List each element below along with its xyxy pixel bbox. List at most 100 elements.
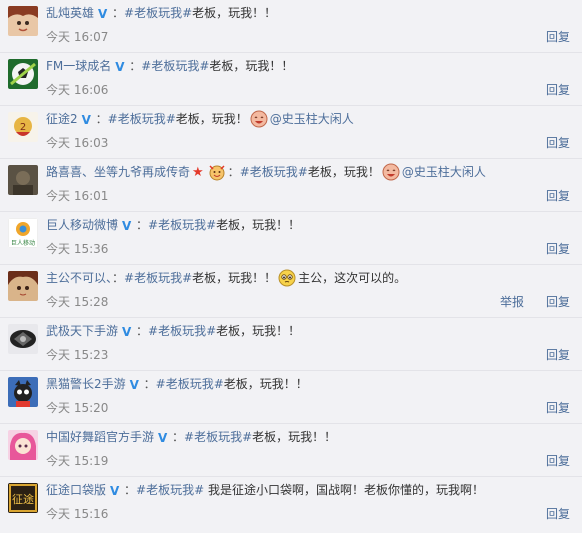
- avatar-logo-text: 征途: [12, 492, 34, 506]
- hashtag-link[interactable]: #老板玩我#: [148, 218, 216, 232]
- anime-character-avatar-icon[interactable]: [8, 6, 38, 36]
- mention-link[interactable]: @史玉柱大闲人: [270, 112, 354, 126]
- separator: ：: [136, 324, 149, 338]
- comment-line: 乱炖英雄 V ：#老板玩我#老板，玩我！！: [46, 4, 276, 22]
- giant-logo-avatar-icon[interactable]: 巨人移动: [8, 218, 38, 248]
- comment-line: 征途口袋版 V ：#老板玩我# 我是征途小口袋啊，国战啊！老板你懂的，玩我啊！: [46, 481, 484, 499]
- comment-text: 老板，玩我！！: [216, 324, 301, 338]
- hashtag-link[interactable]: #老板玩我#: [156, 377, 224, 391]
- timestamp: 今天 16:06: [46, 83, 109, 97]
- timestamp: 今天 15:23: [46, 348, 109, 362]
- comment-line: 路喜喜、坐等九爷再成传奇 ★ ：#老板玩我#老板，玩我！ @史玉柱大闲人: [46, 163, 486, 182]
- username-link[interactable]: 征途2: [46, 112, 78, 126]
- username-link[interactable]: 中国好舞蹈官方手游: [46, 430, 154, 444]
- separator: ：: [112, 271, 125, 285]
- pleading-face-emoji-icon: [278, 269, 296, 287]
- comment-item: 征途 征途口袋版 V ：#老板玩我# 我是征途小口袋啊，国战啊！老板你懂的，玩我啊！…: [0, 477, 582, 530]
- verified-badge-icon: V: [115, 60, 125, 74]
- comment-item: 武极天下手游 V ：#老板玩我#老板，玩我！！ 今天 15:23 回复: [0, 318, 582, 371]
- svg-text:2: 2: [20, 122, 26, 133]
- game-logo-avatar-icon[interactable]: 2: [8, 112, 38, 142]
- cheering-face-emoji-icon: [208, 163, 226, 181]
- comment-line: 巨人移动微博 V ：#老板玩我#老板，玩我！！: [46, 216, 300, 234]
- comment-list: 乱炖英雄 V ：#老板玩我#老板，玩我！！ 今天 16:07 回复 FM一球成名 V：…: [0, 0, 582, 533]
- verified-badge-icon: V: [122, 219, 132, 233]
- separator: ：: [95, 112, 108, 126]
- verified-badge-icon: V: [129, 378, 139, 392]
- timestamp: 今天 15:36: [46, 242, 109, 256]
- username-link[interactable]: 武极天下手游: [46, 324, 118, 338]
- gold-character-avatar-icon[interactable]: 征途: [8, 483, 38, 513]
- separator: ：: [172, 430, 185, 444]
- username-link[interactable]: 巨人移动微博: [46, 218, 118, 232]
- comment-item: 巨人移动 巨人移动微博 V ：#老板玩我#老板，玩我！！ 今天 15:36 回复: [0, 212, 582, 265]
- username-link[interactable]: 征途口袋版: [46, 483, 106, 497]
- report-button[interactable]: 举报: [500, 295, 524, 309]
- comment-text: 我是征途小口袋啊，国战啊！老板你懂的，玩我啊！: [204, 483, 484, 497]
- comment-text: 老板，玩我！！: [209, 59, 294, 73]
- hashtag-link[interactable]: #老板玩我#: [184, 430, 252, 444]
- username-link[interactable]: 主公不可以、: [46, 271, 112, 285]
- pink-hair-girl-avatar-icon[interactable]: [8, 430, 38, 460]
- timestamp: 今天 15:19: [46, 454, 109, 468]
- verified-badge-icon: V: [122, 325, 132, 339]
- comment-item: 黑猫警长2手游 V ：#老板玩我#老板，玩我！！ 今天 15:20 回复: [0, 371, 582, 424]
- username-link[interactable]: 路喜喜、坐等九爷再成传奇: [46, 165, 190, 179]
- comment-item: 中国好舞蹈官方手游 V ：#老板玩我#老板，玩我！！ 今天 15:19 回复: [0, 424, 582, 477]
- comment-text: 老板，玩我！！: [223, 377, 308, 391]
- comment-line: FM一球成名 V ：#老板玩我#老板，玩我！！: [46, 57, 293, 75]
- reply-button[interactable]: 回复: [546, 507, 570, 521]
- hashtag-link[interactable]: #老板玩我#: [240, 165, 308, 179]
- reply-button[interactable]: 回复: [546, 83, 570, 97]
- avatar-logo-text: 巨人移动: [11, 239, 35, 247]
- comment-item: 主公不可以、：#老板玩我#老板，玩我！！ 主公，这次可以的。 今天 15:28 举…: [0, 265, 582, 318]
- reply-button[interactable]: 回复: [546, 242, 570, 256]
- timestamp: 今天 16:07: [46, 30, 109, 44]
- laughing-face-emoji-icon: [382, 163, 400, 181]
- comment-text: 老板，玩我！！: [216, 218, 301, 232]
- dark-photo-avatar-icon[interactable]: [8, 165, 38, 195]
- mention-link[interactable]: @史玉柱大闲人: [402, 165, 486, 179]
- username-link[interactable]: 黑猫警长2手游: [46, 377, 126, 391]
- reply-button[interactable]: 回复: [546, 348, 570, 362]
- hashtag-link[interactable]: #老板玩我#: [148, 324, 216, 338]
- comment-text: 老板，玩我！: [175, 112, 248, 126]
- verified-badge-icon: V: [110, 484, 120, 498]
- comment-text: 老板，玩我！！: [252, 430, 337, 444]
- comment-item: 2 征途2 V ：#老板玩我#老板，玩我！ @史玉柱大闲人 今天 16:03 回复: [0, 106, 582, 159]
- hashtag-link[interactable]: #老板玩我#: [124, 6, 192, 20]
- reply-button[interactable]: 回复: [546, 401, 570, 415]
- laughing-face-emoji-icon: [250, 110, 268, 128]
- timestamp: 今天 15:28: [46, 295, 109, 309]
- separator: ：: [112, 6, 125, 20]
- comment-text: 老板，玩我！: [307, 165, 380, 179]
- dark-emblem-avatar-icon[interactable]: [8, 324, 38, 354]
- soccer-ball-avatar-icon[interactable]: [8, 59, 38, 89]
- anime-girl-avatar-icon[interactable]: [8, 271, 38, 301]
- timestamp: 今天 16:03: [46, 136, 109, 150]
- username-link[interactable]: 乱炖英雄: [46, 6, 94, 20]
- comment-line: 征途2 V ：#老板玩我#老板，玩我！ @史玉柱大闲人: [46, 110, 354, 128]
- reply-button[interactable]: 回复: [546, 30, 570, 44]
- reply-button[interactable]: 回复: [546, 189, 570, 203]
- comment-item: 路喜喜、坐等九爷再成传奇 ★ ：#老板玩我#老板，玩我！ @史玉柱大闲人 今天 16:…: [0, 159, 582, 212]
- reply-button[interactable]: 回复: [546, 454, 570, 468]
- comment-text: 老板，玩我！！: [192, 6, 277, 20]
- comment-item: FM一球成名 V ：#老板玩我#老板，玩我！！ 今天 16:06 回复: [0, 53, 582, 106]
- hashtag-link[interactable]: #老板玩我#: [108, 112, 176, 126]
- comment-text: 老板，玩我！！: [192, 271, 277, 285]
- separator: ：: [227, 165, 240, 179]
- timestamp: 今天 15:16: [46, 507, 109, 521]
- username-link[interactable]: FM一球成名: [46, 59, 111, 73]
- reply-button[interactable]: 回复: [546, 136, 570, 150]
- separator: ：: [143, 377, 156, 391]
- cartoon-cat-avatar-icon[interactable]: [8, 377, 38, 407]
- hashtag-link[interactable]: #老板玩我#: [136, 483, 204, 497]
- comment-line: 中国好舞蹈官方手游 V ：#老板玩我#老板，玩我！！: [46, 428, 336, 446]
- verified-badge-icon: V: [158, 431, 168, 445]
- reply-button[interactable]: 回复: [546, 295, 570, 309]
- separator: ：: [129, 59, 142, 73]
- timestamp: 今天 16:01: [46, 189, 109, 203]
- hashtag-link[interactable]: #老板玩我#: [124, 271, 192, 285]
- hashtag-link[interactable]: #老板玩我#: [141, 59, 209, 73]
